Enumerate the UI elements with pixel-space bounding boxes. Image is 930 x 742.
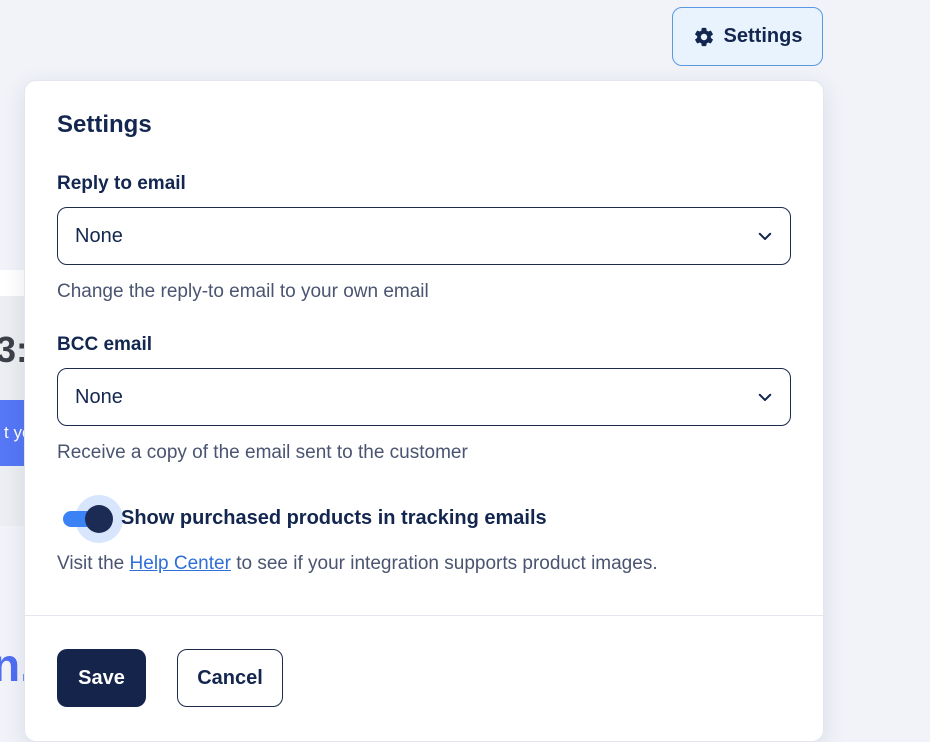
toggle-knob [85, 505, 113, 533]
reply-to-value: None [75, 224, 123, 247]
show-products-label: Show purchased products in tracking emai… [121, 507, 547, 529]
bcc-label: BCC email [57, 334, 153, 355]
show-products-toggle[interactable] [61, 495, 123, 543]
settings-button-label: Settings [723, 25, 803, 47]
app-screen: 3: t yo n. Settings Settings Reply to em… [0, 0, 930, 742]
cancel-button[interactable]: Cancel [177, 649, 283, 707]
reply-to-help: Change the reply-to email to your own em… [57, 281, 429, 302]
settings-button[interactable]: Settings [672, 7, 823, 66]
help-center-link[interactable]: Help Center [130, 553, 231, 574]
save-button[interactable]: Save [57, 649, 146, 707]
help-center-prefix: Visit the [57, 553, 130, 574]
settings-panel: Settings Reply to email None Change the … [24, 80, 824, 742]
help-center-suffix: to see if your integration supports prod… [230, 553, 658, 574]
gear-icon [694, 27, 713, 46]
footer-divider [25, 615, 823, 616]
bcc-select[interactable]: None [57, 368, 791, 426]
help-center-note: Visit the Help Center to see if your int… [57, 553, 658, 575]
bcc-value: None [75, 385, 123, 408]
chevron-down-icon [758, 232, 772, 240]
bcc-help: Receive a copy of the email sent to the … [57, 442, 468, 463]
panel-title: Settings [57, 111, 152, 138]
reply-to-label: Reply to email [57, 173, 186, 194]
chevron-down-icon [758, 393, 772, 401]
reply-to-select[interactable]: None [57, 207, 791, 265]
